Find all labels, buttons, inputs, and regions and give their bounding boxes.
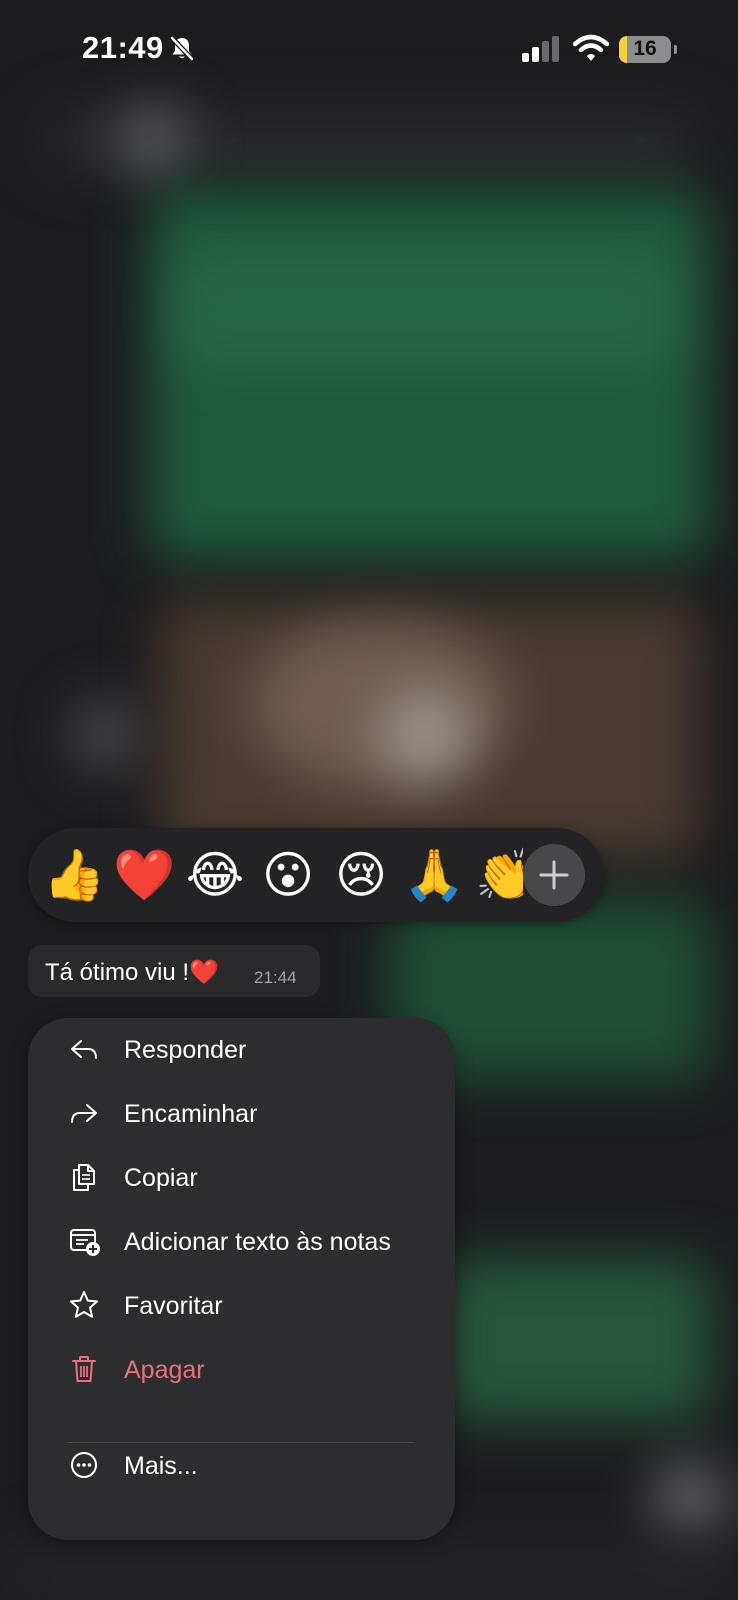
reaction-laughing[interactable]: 😂 (185, 845, 245, 905)
reaction-crying[interactable]: 😢 (331, 845, 391, 905)
reaction-picker: 👍 ❤️ 😂 😮 😢 🙏 👏 (28, 828, 604, 922)
message-text: Tá ótimo viu !❤️ (45, 959, 219, 986)
menu-label-reply: Responder (124, 1036, 247, 1064)
menu-label-add-to-notes: Adicionar texto às notas (124, 1228, 391, 1256)
battery-indicator: 16 (619, 36, 677, 63)
reply-icon (71, 1040, 97, 1059)
reaction-surprised[interactable]: 😮 (258, 845, 318, 905)
wifi-icon (573, 34, 609, 61)
more-ellipsis-icon (71, 1452, 97, 1478)
message-timestamp: 21:44 (254, 968, 297, 987)
menu-label-forward: Encaminhar (124, 1100, 258, 1128)
reaction-praying[interactable]: 🙏 (403, 845, 465, 905)
menu-item-favorite[interactable]: Favoritar (28, 1274, 455, 1336)
more-reactions-button[interactable] (523, 844, 585, 906)
trash-icon (72, 1356, 96, 1382)
menu-item-add-to-notes[interactable]: Adicionar texto às notas (28, 1210, 455, 1272)
reaction-clapping[interactable]: 👏 (475, 845, 523, 905)
status-bar: 21:49 16 (0, 0, 738, 100)
menu-item-more[interactable]: Mais... (28, 1434, 455, 1496)
bell-slash-icon (170, 36, 194, 61)
menu-label-more: Mais... (124, 1452, 198, 1480)
menu-label-copy: Copiar (124, 1164, 198, 1192)
star-icon (70, 1291, 98, 1318)
menu-label-delete: Apagar (124, 1356, 205, 1384)
copy-icon (73, 1164, 95, 1191)
cellular-signal-icon (522, 36, 559, 62)
message-context-menu: Responder Encaminhar Copiar Adicionar te… (28, 1018, 455, 1540)
forward-icon (71, 1104, 97, 1123)
battery-level: 16 (633, 37, 657, 60)
plus-icon (539, 860, 569, 890)
menu-item-copy[interactable]: Copiar (28, 1146, 455, 1208)
menu-item-forward[interactable]: Encaminhar (28, 1082, 455, 1144)
add-note-icon (70, 1229, 100, 1256)
menu-label-favorite: Favoritar (124, 1292, 223, 1320)
status-time: 21:49 (82, 30, 164, 65)
menu-item-delete[interactable]: Apagar (28, 1338, 455, 1400)
menu-item-reply[interactable]: Responder (28, 1018, 455, 1080)
reaction-thumbs-up[interactable]: 👍 (43, 845, 105, 905)
reaction-heart-selected[interactable]: ❤️ (106, 838, 180, 912)
message-bubble[interactable]: Tá ótimo viu !❤️ 21:44 (28, 945, 320, 997)
